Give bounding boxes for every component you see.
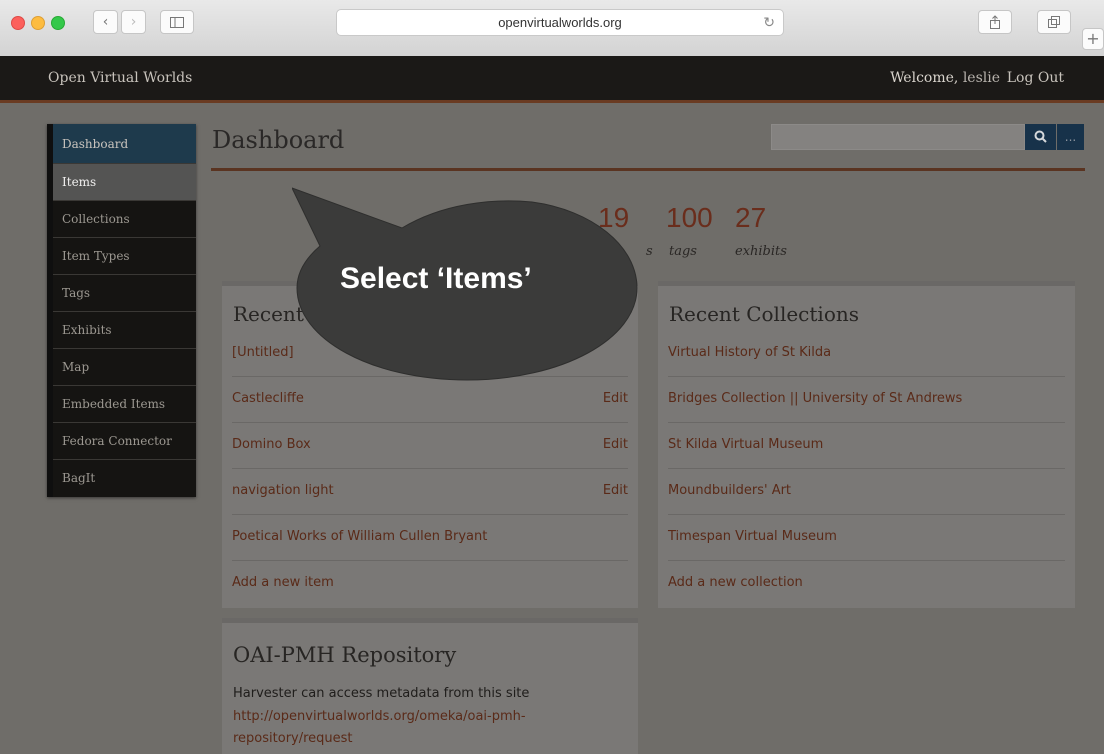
exhibits-label: exhibits	[735, 244, 787, 259]
list-item: Moundbuilders' Art	[668, 468, 1065, 515]
sidebar-item-exhibits[interactable]: Exhibits	[53, 312, 196, 349]
welcome-label: Welcome,	[890, 70, 959, 86]
list-item: Timespan Virtual Museum	[668, 514, 1065, 561]
close-window-icon[interactable]	[11, 16, 25, 30]
sidebar-item-fedora-connector[interactable]: Fedora Connector	[53, 423, 196, 460]
collection-link[interactable]: St Kilda Virtual Museum	[668, 437, 823, 452]
recent-collections-panel: Recent Collections Virtual History of St…	[658, 281, 1075, 608]
sidebar-toggle-button[interactable]	[160, 10, 194, 34]
list-item: St Kilda Virtual Museum	[668, 422, 1065, 469]
chevron-right-icon: ›	[130, 14, 137, 30]
item-link[interactable]: Poetical Works of William Cullen Bryant	[232, 529, 487, 544]
share-button[interactable]	[978, 10, 1012, 34]
address-bar[interactable]: openvirtualworlds.org ↻	[336, 9, 784, 36]
add-new-item-link[interactable]: Add a new item	[232, 575, 334, 590]
site-header: Open Virtual Worlds Welcome, leslie Log …	[0, 56, 1104, 103]
list-item: Castlecliffe Edit	[232, 376, 628, 423]
list-item: navigation light Edit	[232, 468, 628, 515]
oai-repository-link[interactable]: http://openvirtualworlds.org/omeka/oai-p…	[233, 706, 613, 750]
minimize-window-icon[interactable]	[31, 16, 45, 30]
site-brand[interactable]: Open Virtual Worlds	[48, 70, 192, 86]
item-link[interactable]: Domino Box	[232, 437, 311, 452]
new-tab-button[interactable]: +	[1082, 28, 1104, 50]
oai-pmh-title: OAI-PMH Repository	[233, 643, 457, 667]
back-button[interactable]: ‹	[93, 10, 118, 34]
advanced-search-button[interactable]: ...	[1057, 124, 1084, 150]
logout-link[interactable]: Log Out	[1007, 70, 1064, 86]
recent-collections-title: Recent Collections	[669, 302, 859, 326]
sidebar-item-map[interactable]: Map	[53, 349, 196, 386]
tabs-overview-button[interactable]	[1037, 10, 1071, 34]
search-button[interactable]	[1025, 124, 1056, 150]
oai-description: Harvester can access metadata from this …	[233, 686, 530, 701]
welcome-text: Welcome, leslie	[890, 70, 1000, 86]
search-icon	[1034, 130, 1047, 143]
edit-link[interactable]: Edit	[603, 483, 628, 498]
username-link[interactable]: leslie	[963, 70, 1000, 86]
sidebar-item-embedded-items[interactable]: Embedded Items	[53, 386, 196, 423]
add-new-collection-link[interactable]: Add a new collection	[668, 575, 803, 590]
sidebar-item-bagit[interactable]: BagIt	[53, 460, 196, 497]
list-item: Domino Box Edit	[232, 422, 628, 469]
oai-pmh-panel: OAI-PMH Repository Harvester can access …	[222, 618, 638, 754]
sidebar-item-items[interactable]: Items	[53, 164, 196, 201]
tags-count[interactable]: 100	[666, 202, 713, 234]
sidebar-item-dashboard[interactable]: Dashboard	[53, 124, 196, 164]
sidebar-item-tags[interactable]: Tags	[53, 275, 196, 312]
zoom-window-icon[interactable]	[51, 16, 65, 30]
callout-text: Select ‘Items’	[340, 262, 532, 295]
page-title: Dashboard	[212, 126, 345, 154]
chevron-left-icon: ‹	[102, 14, 109, 30]
plus-icon: +	[1086, 29, 1100, 48]
tags-label: tags	[669, 244, 697, 259]
forward-button[interactable]: ›	[121, 10, 146, 34]
admin-sidebar: Dashboard Items Collections Item Types T…	[47, 124, 196, 497]
item-link[interactable]: Castlecliffe	[232, 391, 304, 406]
list-item: Bridges Collection || University of St A…	[668, 376, 1065, 423]
sidebar-item-item-types[interactable]: Item Types	[53, 238, 196, 275]
add-collection-row: Add a new collection	[668, 560, 1065, 606]
tabs-icon	[1048, 16, 1060, 28]
edit-link[interactable]: Edit	[603, 437, 628, 452]
add-item-row: Add a new item	[232, 560, 628, 606]
edit-link[interactable]: Edit	[603, 391, 628, 406]
item-link[interactable]: navigation light	[232, 483, 334, 498]
sidebar-item-collections[interactable]: Collections	[53, 201, 196, 238]
list-item: Virtual History of St Kilda	[668, 330, 1065, 377]
collection-link[interactable]: Timespan Virtual Museum	[668, 529, 837, 544]
stat-label: s	[646, 244, 653, 259]
title-divider	[211, 168, 1085, 171]
collection-link[interactable]: Moundbuilders' Art	[668, 483, 791, 498]
url-text: openvirtualworlds.org	[498, 15, 622, 30]
collection-link[interactable]: Bridges Collection || University of St A…	[668, 391, 962, 406]
item-link[interactable]: [Untitled]	[232, 345, 294, 360]
search-input[interactable]	[771, 124, 1025, 150]
reload-icon[interactable]: ↻	[763, 10, 775, 35]
browser-toolbar: ‹ › openvirtualworlds.org ↻ +	[0, 0, 1104, 57]
collection-link[interactable]: Virtual History of St Kilda	[668, 345, 831, 360]
exhibits-count[interactable]: 27	[735, 202, 766, 234]
list-item: Poetical Works of William Cullen Bryant	[232, 514, 628, 561]
sidebar-icon	[170, 17, 184, 28]
share-icon	[990, 15, 1000, 29]
